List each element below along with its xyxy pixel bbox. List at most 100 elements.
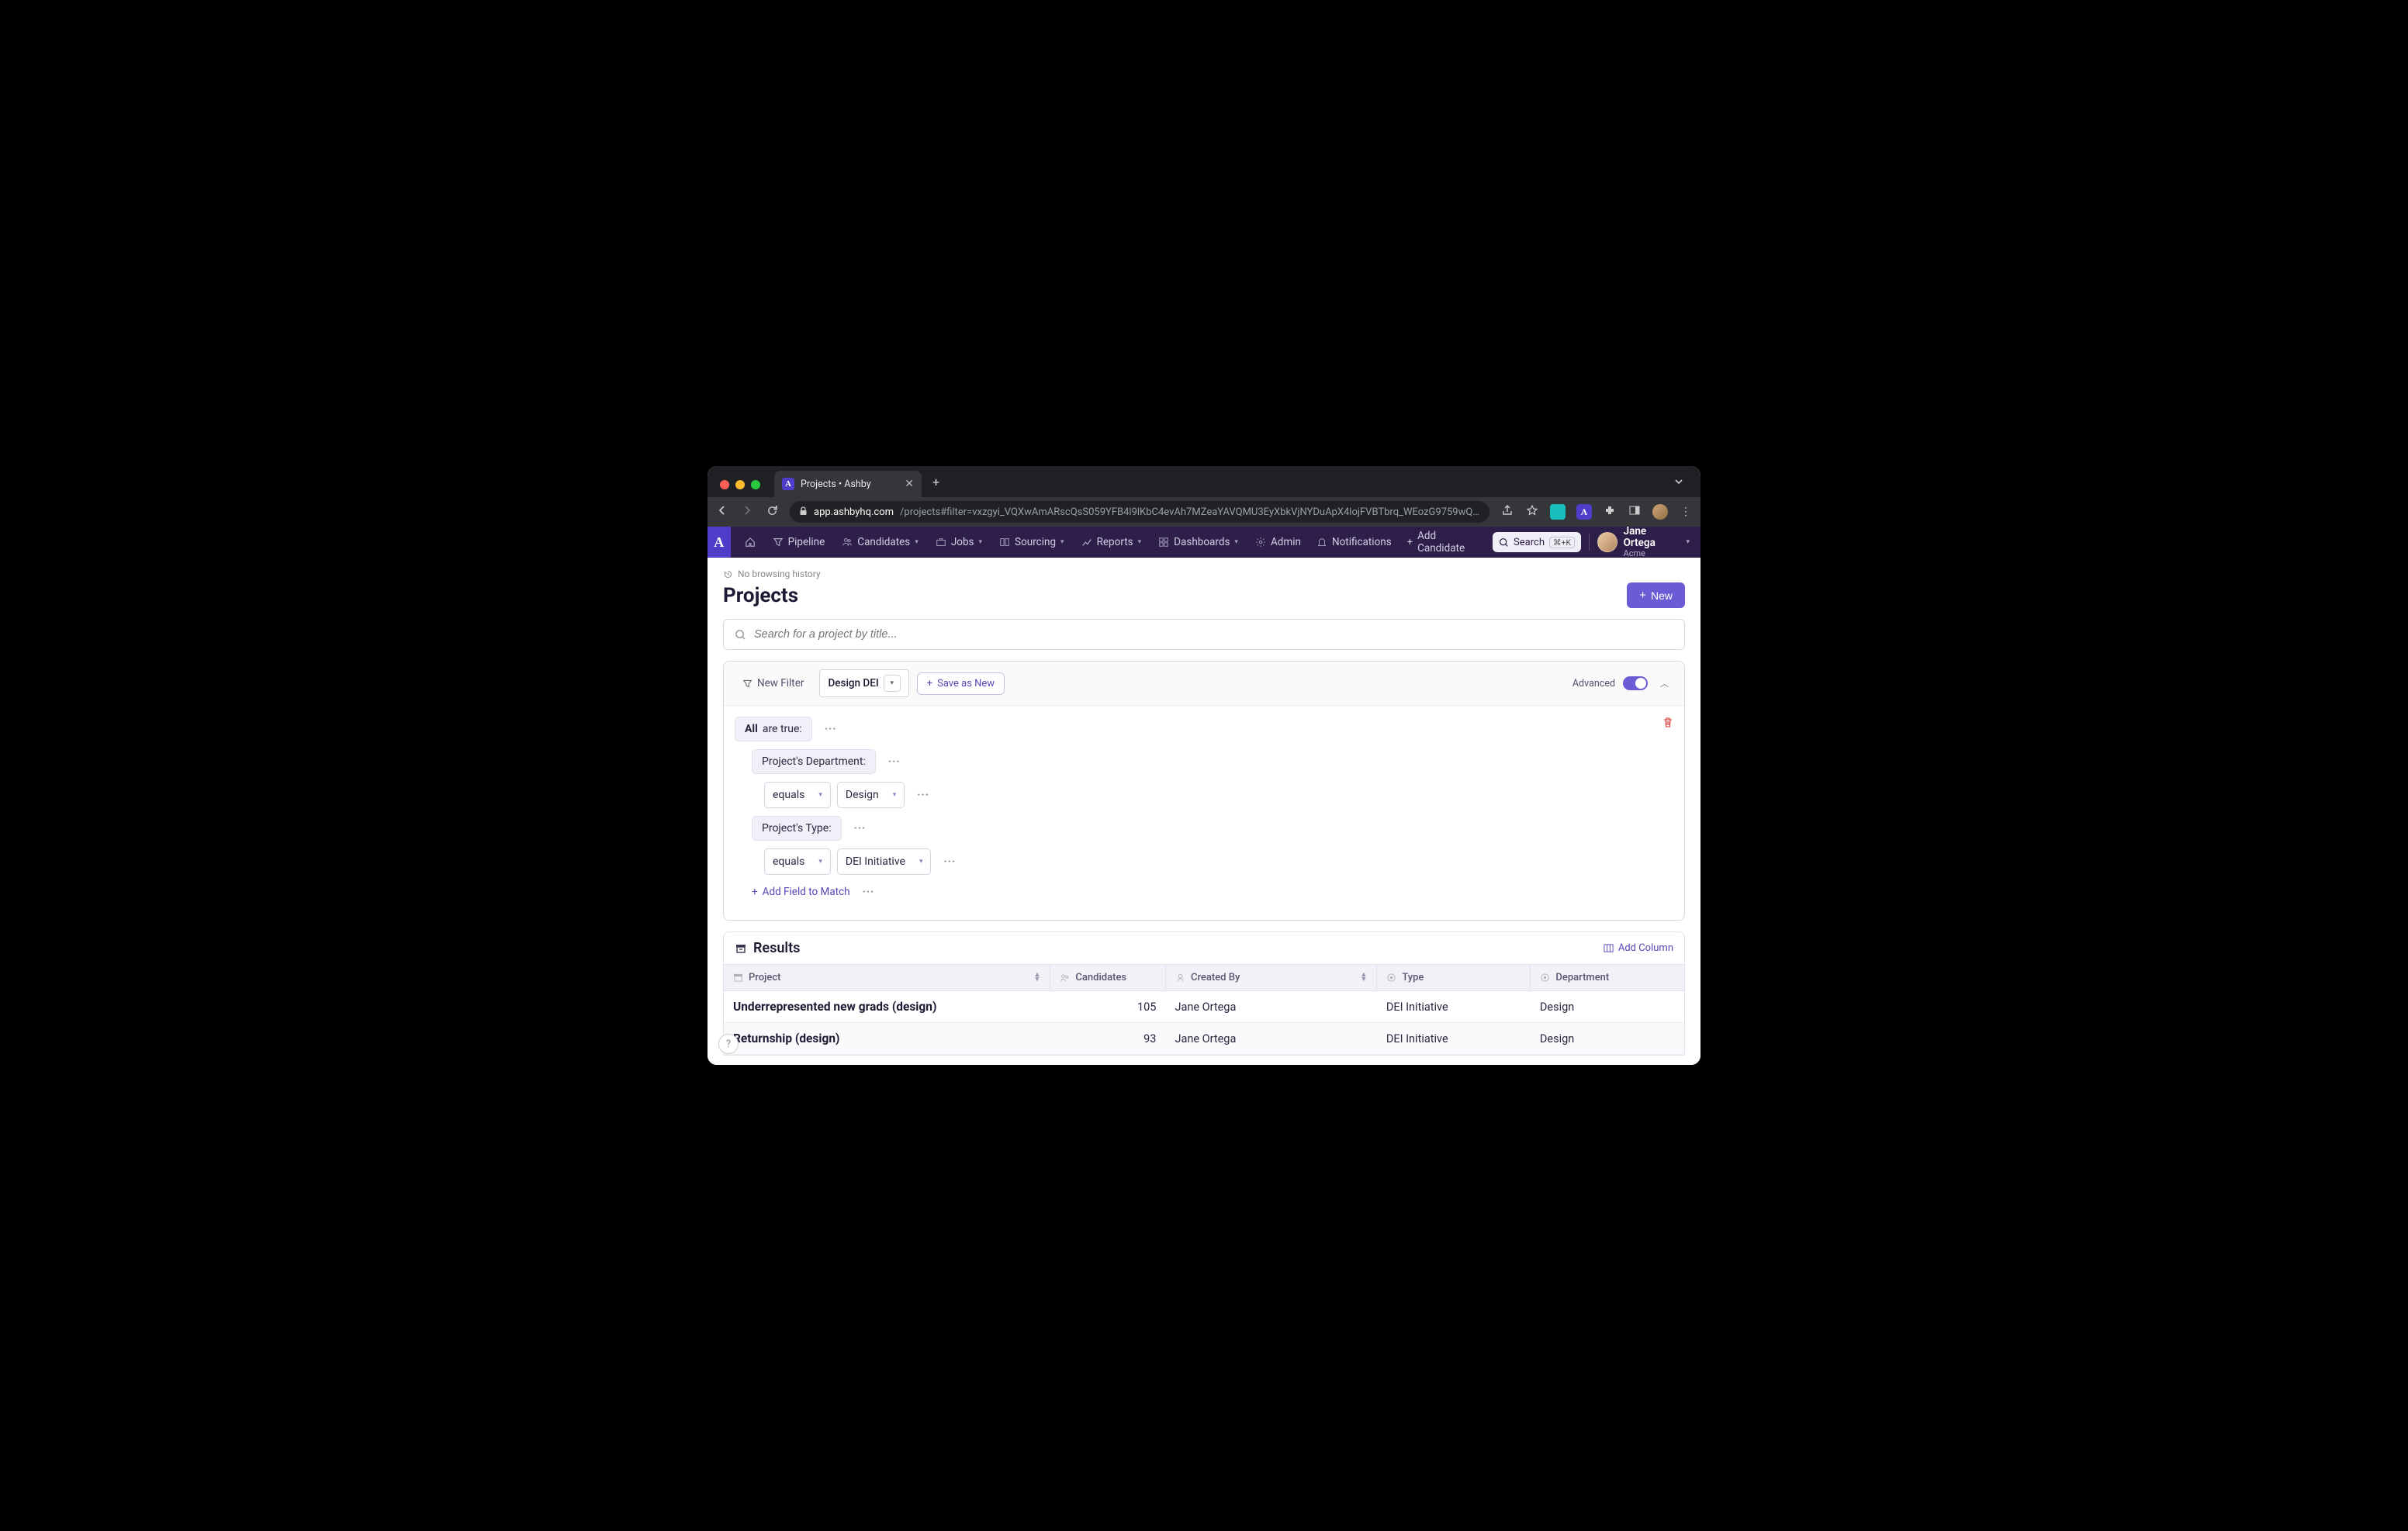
nav-admin[interactable]: Admin bbox=[1247, 531, 1309, 553]
nav-home[interactable] bbox=[737, 532, 763, 552]
table-row[interactable]: Returnship (design) 93 Jane Ortega DEI I… bbox=[724, 1023, 1684, 1055]
field-menu-icon[interactable]: ··· bbox=[882, 755, 907, 768]
group-menu-icon[interactable]: ··· bbox=[818, 723, 843, 735]
nav-candidates[interactable]: Candidates ▾ bbox=[834, 531, 926, 553]
help-button[interactable]: ? bbox=[718, 1034, 739, 1054]
breadcrumb: No browsing history bbox=[708, 558, 1700, 582]
new-filter-label: New Filter bbox=[757, 677, 804, 689]
user-menu[interactable]: Jane Ortega Acme ▾ bbox=[1597, 526, 1700, 558]
chevron-down-icon: ▾ bbox=[1060, 538, 1064, 546]
archive-icon bbox=[735, 942, 747, 955]
extension-icon-1[interactable] bbox=[1550, 504, 1566, 520]
col-type-header[interactable]: Type bbox=[1377, 965, 1531, 991]
primary-nav: Pipeline Candidates ▾ Jobs ▾ Sourcing ▾ … bbox=[731, 531, 1309, 553]
nav-jobs-label: Jobs bbox=[951, 536, 974, 548]
advanced-toggle[interactable] bbox=[1623, 676, 1648, 690]
col-createdby-header[interactable]: Created By ▲▼ bbox=[1165, 965, 1376, 991]
filter-dropdown-icon[interactable]: ▾ bbox=[884, 675, 901, 692]
filter-panel: New Filter Design DEI ▾ + Save as New Ad… bbox=[723, 661, 1685, 921]
cell-type: DEI Initiative bbox=[1377, 991, 1531, 1023]
cell-createdby: Jane Ortega bbox=[1165, 991, 1376, 1023]
col-candidates-header[interactable]: Candidates bbox=[1050, 965, 1166, 991]
notifications-button[interactable]: Notifications bbox=[1309, 531, 1399, 553]
url-host: app.ashbyhq.com bbox=[814, 506, 894, 518]
search-input[interactable] bbox=[754, 628, 1673, 641]
extension-icon-ashby[interactable]: A bbox=[1576, 504, 1592, 520]
divider bbox=[1589, 534, 1590, 551]
new-project-button[interactable]: + New bbox=[1627, 582, 1685, 608]
back-button[interactable] bbox=[715, 504, 729, 520]
breadcrumb-text: No browsing history bbox=[738, 569, 821, 579]
cell-project: Returnship (design) bbox=[724, 1023, 1050, 1055]
new-button-label: New bbox=[1651, 589, 1673, 602]
forward-button[interactable] bbox=[740, 504, 754, 520]
add-candidate-label: Add Candidate bbox=[1417, 530, 1485, 555]
nav-pipeline-label: Pipeline bbox=[788, 536, 825, 548]
filter-head: New Filter Design DEI ▾ + Save as New Ad… bbox=[724, 662, 1684, 706]
type-operator-dropdown[interactable]: equals▾ bbox=[764, 848, 831, 875]
extensions-icon[interactable] bbox=[1603, 505, 1617, 519]
dept-value-dropdown[interactable]: Design▾ bbox=[837, 782, 905, 808]
close-tab-icon[interactable]: ✕ bbox=[905, 478, 914, 490]
page-content: No browsing history Projects + New New F… bbox=[708, 558, 1700, 1065]
cell-project: Underrepresented new grads (design) bbox=[724, 991, 1050, 1023]
type-value-dropdown[interactable]: DEI Initiative▾ bbox=[837, 848, 932, 875]
condition-menu-icon[interactable]: ··· bbox=[937, 855, 962, 868]
new-tab-button[interactable]: + bbox=[922, 475, 950, 497]
browser-tab[interactable]: A Projects • Ashby ✕ bbox=[774, 471, 922, 497]
global-search-button[interactable]: Search ⌘+K bbox=[1493, 532, 1581, 552]
url-path: /projects#filter=vxzgyi_VQXwAmARscQsS059… bbox=[900, 506, 1480, 518]
bookmark-icon[interactable] bbox=[1525, 505, 1539, 519]
nav-sourcing[interactable]: Sourcing ▾ bbox=[991, 531, 1072, 553]
add-candidate-button[interactable]: + Add Candidate bbox=[1399, 525, 1493, 559]
filter-department-field[interactable]: Project's Department: bbox=[752, 749, 876, 774]
search-icon bbox=[735, 629, 746, 641]
ashby-logo[interactable]: A bbox=[708, 527, 731, 558]
col-project-header[interactable]: Project ▲▼ bbox=[724, 965, 1050, 991]
reload-button[interactable] bbox=[765, 505, 779, 520]
address-bar[interactable]: app.ashbyhq.com/projects#filter=vxzgyi_V… bbox=[790, 501, 1489, 523]
nav-sourcing-label: Sourcing bbox=[1015, 536, 1056, 548]
browser-toolbar: app.ashbyhq.com/projects#filter=vxzgyi_V… bbox=[708, 497, 1700, 527]
minimize-window-button[interactable] bbox=[735, 480, 745, 489]
share-icon[interactable] bbox=[1500, 505, 1514, 519]
search-label: Search bbox=[1514, 537, 1545, 548]
condition-menu-icon[interactable]: ··· bbox=[911, 789, 936, 801]
chevron-down-icon: ▾ bbox=[1686, 538, 1690, 546]
tab-list-button[interactable] bbox=[1663, 477, 1694, 497]
chevron-down-icon: ▾ bbox=[1234, 538, 1238, 546]
active-filter-tab[interactable]: Design DEI ▾ bbox=[819, 669, 908, 697]
nav-candidates-label: Candidates bbox=[857, 536, 910, 548]
project-search[interactable] bbox=[723, 619, 1685, 650]
cell-createdby: Jane Ortega bbox=[1165, 1023, 1376, 1055]
user-avatar bbox=[1597, 532, 1617, 552]
nav-dashboards[interactable]: Dashboards ▾ bbox=[1150, 531, 1246, 553]
new-filter-tab[interactable]: New Filter bbox=[735, 672, 811, 694]
cell-candidates: 105 bbox=[1050, 991, 1166, 1023]
active-filter-name: Design DEI bbox=[828, 677, 878, 689]
add-field-menu-icon[interactable]: ··· bbox=[856, 886, 881, 898]
tab-title: Projects • Ashby bbox=[801, 479, 871, 490]
table-row[interactable]: Underrepresented new grads (design) 105 … bbox=[724, 991, 1684, 1023]
profile-avatar-icon[interactable] bbox=[1652, 504, 1668, 520]
browser-menu-icon[interactable]: ⋮ bbox=[1679, 506, 1693, 518]
filter-group-chip[interactable]: All are true: bbox=[735, 717, 812, 741]
add-field-button[interactable]: +Add Field to Match bbox=[752, 883, 850, 901]
dept-operator-dropdown[interactable]: equals▾ bbox=[764, 782, 831, 808]
filter-type-field[interactable]: Project's Type: bbox=[752, 816, 842, 841]
close-window-button[interactable] bbox=[720, 480, 729, 489]
nav-jobs[interactable]: Jobs ▾ bbox=[928, 531, 990, 553]
field-menu-icon[interactable]: ··· bbox=[848, 822, 873, 835]
collapse-filter-icon[interactable]: ︿ bbox=[1656, 674, 1673, 693]
side-panel-icon[interactable] bbox=[1628, 505, 1642, 519]
sort-icon: ▲▼ bbox=[1033, 973, 1040, 982]
save-as-new-label: Save as New bbox=[937, 678, 995, 689]
save-as-new-button[interactable]: + Save as New bbox=[917, 672, 1005, 695]
maximize-window-button[interactable] bbox=[751, 480, 760, 489]
delete-filter-icon[interactable] bbox=[1662, 717, 1673, 731]
col-department-header[interactable]: Department bbox=[1531, 965, 1684, 991]
add-column-button[interactable]: Add Column bbox=[1604, 942, 1673, 954]
notifications-label: Notifications bbox=[1332, 536, 1392, 548]
nav-reports[interactable]: Reports ▾ bbox=[1074, 531, 1150, 553]
nav-pipeline[interactable]: Pipeline bbox=[765, 531, 833, 553]
